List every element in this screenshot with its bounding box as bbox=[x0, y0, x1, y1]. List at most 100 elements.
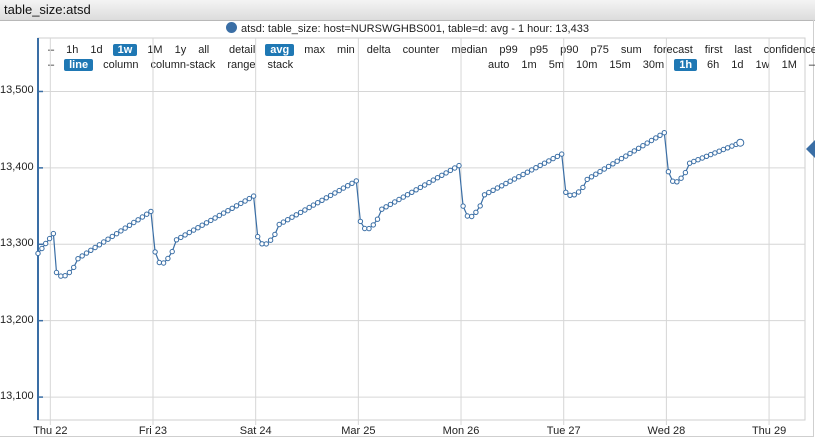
data-point bbox=[614, 158, 620, 164]
data-point bbox=[593, 171, 599, 177]
data-point bbox=[724, 145, 731, 151]
data-point bbox=[640, 143, 646, 149]
data-point bbox=[160, 260, 167, 266]
data-point bbox=[379, 206, 385, 212]
data-point bbox=[289, 214, 295, 220]
y-tick-label: 13,400 bbox=[0, 160, 34, 173]
data-point bbox=[113, 231, 120, 237]
data-point bbox=[336, 187, 342, 194]
data-point bbox=[678, 175, 684, 181]
data-point bbox=[238, 200, 244, 207]
data-point bbox=[516, 174, 522, 180]
data-point bbox=[546, 158, 552, 164]
data-point bbox=[306, 204, 312, 211]
data-point bbox=[83, 250, 90, 256]
data-point bbox=[212, 215, 218, 221]
data-point bbox=[96, 242, 103, 248]
data-point bbox=[280, 219, 287, 225]
data-point bbox=[109, 233, 116, 240]
data-point bbox=[584, 176, 590, 183]
data-point bbox=[71, 264, 77, 271]
data-point bbox=[285, 217, 291, 223]
data-point bbox=[665, 169, 672, 175]
data-point bbox=[297, 209, 304, 216]
data-point bbox=[648, 137, 655, 144]
data-point bbox=[541, 160, 548, 166]
data-point bbox=[259, 241, 265, 247]
data-point bbox=[494, 185, 501, 191]
x-tick-label: Thu 22 bbox=[33, 425, 68, 437]
data-point bbox=[315, 200, 321, 206]
data-point bbox=[387, 201, 394, 208]
data-point bbox=[190, 227, 197, 233]
data-point bbox=[635, 145, 642, 152]
data-point bbox=[345, 183, 351, 189]
data-point bbox=[469, 213, 475, 220]
data-point bbox=[169, 248, 175, 255]
data-point bbox=[131, 219, 137, 226]
data-point bbox=[464, 213, 471, 219]
data-point bbox=[370, 222, 376, 228]
data-point bbox=[195, 225, 201, 231]
data-point bbox=[413, 187, 419, 193]
data-point bbox=[567, 192, 573, 199]
data-point bbox=[571, 192, 577, 198]
data-point bbox=[250, 193, 257, 199]
data-point bbox=[272, 231, 278, 238]
data-point bbox=[366, 225, 372, 232]
data-point bbox=[216, 212, 223, 219]
data-point bbox=[400, 194, 406, 200]
data-point bbox=[46, 235, 53, 242]
data-point bbox=[481, 192, 488, 198]
y-tick-label: 13,500 bbox=[0, 84, 34, 97]
data-point bbox=[674, 179, 680, 185]
data-point bbox=[79, 253, 85, 259]
y-tick-label: 13,200 bbox=[0, 313, 34, 326]
x-tick-label: Mar 25 bbox=[341, 425, 376, 437]
line-chart bbox=[35, 37, 806, 425]
data-point bbox=[208, 217, 214, 224]
data-point bbox=[550, 155, 556, 162]
data-point bbox=[152, 249, 158, 255]
data-point bbox=[383, 204, 389, 210]
data-point bbox=[554, 153, 561, 160]
data-point bbox=[661, 130, 667, 136]
data-point bbox=[597, 168, 603, 175]
data-point bbox=[559, 151, 565, 157]
data-point bbox=[203, 220, 210, 226]
data-point bbox=[511, 176, 518, 182]
data-point bbox=[409, 189, 415, 196]
data-point bbox=[520, 171, 526, 178]
data-point bbox=[499, 183, 505, 189]
data-point bbox=[310, 202, 317, 208]
data-point bbox=[353, 178, 359, 184]
data-point bbox=[165, 255, 171, 262]
data-point bbox=[302, 207, 308, 213]
data-point bbox=[618, 155, 625, 162]
data-point bbox=[430, 177, 436, 183]
data-point bbox=[88, 247, 94, 254]
data-point bbox=[374, 216, 381, 222]
x-tick-label: Fri 23 bbox=[138, 425, 168, 437]
data-point bbox=[588, 174, 595, 180]
data-point bbox=[178, 234, 184, 241]
data-point bbox=[456, 162, 462, 169]
data-point bbox=[135, 217, 141, 223]
data-point bbox=[563, 189, 569, 196]
data-point bbox=[220, 210, 227, 216]
data-point bbox=[417, 184, 424, 191]
data-point bbox=[62, 273, 68, 279]
data-point bbox=[225, 208, 231, 214]
data-point bbox=[610, 161, 616, 167]
data-point bbox=[122, 225, 128, 231]
data-point bbox=[50, 230, 57, 237]
data-point bbox=[199, 222, 205, 228]
data-point bbox=[357, 218, 364, 225]
data-point bbox=[327, 192, 334, 199]
data-point bbox=[263, 241, 269, 247]
data-point bbox=[148, 208, 154, 215]
data-point bbox=[293, 212, 299, 218]
panel-expand-arrow-icon[interactable] bbox=[806, 140, 815, 158]
data-point bbox=[657, 132, 663, 139]
data-point bbox=[396, 196, 402, 203]
